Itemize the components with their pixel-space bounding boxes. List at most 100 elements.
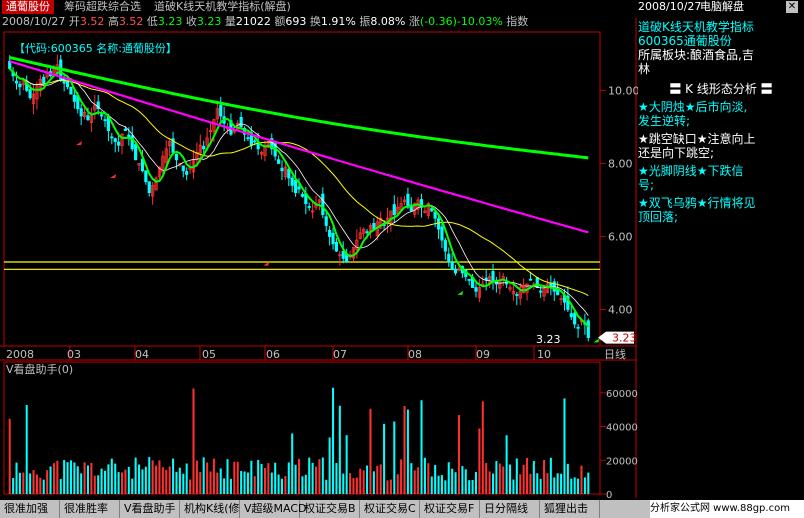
candle-body [280,167,284,172]
pattern-item: ★大阴烛★后市向淡, [638,100,748,114]
candle-body [443,240,447,252]
tab-indicator-7[interactable]: 权证交易F [420,500,480,518]
section-title-text: K 线形态分析 [685,82,757,96]
volume-bars: V看盘助手(0) [6,362,590,494]
candle-body [185,171,189,175]
equals-icon: 〓 [669,82,682,96]
side-sector-line2: 林 [638,62,651,76]
tab-indicator-2[interactable]: V看盘助手 [120,500,180,518]
candle-body [491,271,495,281]
candle-body [528,278,533,281]
tab-indicator-8[interactable]: 日分隔线 [480,500,540,518]
volume-tick-label: 40000 [606,423,638,434]
tab-indicator-5[interactable]: 权证交易B [300,500,360,518]
signal-arrow-icon [76,141,83,146]
candle-body [447,253,451,263]
tab-indicator-4[interactable]: V超级MACD [240,500,307,518]
tab-indicator-1[interactable]: 很准胜率 [60,500,120,518]
candle-body [576,326,580,329]
candle-body [341,251,345,259]
candle-body [239,117,243,128]
candle-body [440,226,444,241]
pattern-item-cont: 顶回落; [638,210,679,224]
candle-body [69,87,73,95]
month-tick-label: 03 [67,348,81,361]
candle-body [246,137,250,140]
ma5-line [8,67,590,328]
candle-body [123,128,128,131]
candle-body [535,277,539,288]
ma120-line [9,56,589,160]
candle-body [100,114,104,117]
candle-body [14,80,19,84]
candle-body [110,136,114,139]
price-tick-label: 8.00 [608,157,633,170]
candle-body [134,144,138,161]
chart-legend: 【代码:600365 名称:通葡股份】 [14,41,177,55]
candle-body [103,119,107,122]
candle-body [174,153,179,161]
tab-indicator-6[interactable]: 权证交易C [360,500,420,518]
candle-body [297,186,301,190]
month-tick-label: 06 [266,348,280,361]
candle-body [294,180,298,194]
month-tick-label: 2008 [6,348,34,361]
website-footer[interactable]: 分析家公式网 www.88gp.com [650,500,804,518]
candle-body [392,204,396,215]
equals-icon: 〓 [760,82,773,96]
candle-body [253,140,257,143]
month-tick-label: 04 [135,348,149,361]
tab-indicator-3[interactable]: 机构K线(修 [180,500,240,518]
pattern-item-cont: 还是向下跳空; [638,146,715,160]
candle-body [573,312,577,325]
price-tick-label: 10.00 [608,84,640,97]
candle-body [328,229,332,237]
candle-body [586,320,590,339]
signal-arrow-icon [593,338,600,343]
candle-body [79,108,83,117]
tab-indicator-0[interactable]: 很准加强 [0,500,60,518]
candlestick-series [8,54,590,342]
candle-body [147,181,151,194]
candle-body [300,193,304,197]
price-axis: 10.00 8.00 6.00 4.00 3.23 [598,84,640,345]
candle-body [436,218,441,230]
candle-body [219,105,223,117]
month-tick-label: 08 [408,348,422,361]
candle-body [290,177,294,186]
candle-body [86,115,90,121]
month-tick-label: 07 [333,348,347,361]
low-price-label: 3.23 [536,333,561,346]
candle-body [453,268,458,274]
candle-body [117,141,121,146]
candle-body [65,80,70,88]
pattern-item: ★跳空缺口★注意向上 [638,132,756,146]
candle-body [130,135,134,150]
month-tick-label: 09 [476,348,490,361]
candle-body [72,94,76,102]
pattern-item-cont: 发生逆转; [638,114,691,128]
candle-body [324,216,328,226]
volume-tick-label: 20000 [606,456,638,467]
candle-body [406,193,410,208]
price-tick-label: 6.00 [608,230,633,243]
side-stock-line: 600365通葡股份 [638,34,732,48]
side-panel: 道破K线天机教学指标 600365通葡股份 所属板块:酿酒食品,吉 林 〓 K … [638,18,804,498]
signal-arrow-icon [457,290,464,295]
candle-body [28,89,32,99]
pattern-item-cont: 号; [638,178,655,192]
price-tick-label: 4.00 [608,303,633,316]
month-tick-label: 10 [537,348,551,361]
tab-indicator-9[interactable]: 狐狸出击 [540,500,600,518]
candle-body [474,287,478,292]
time-axis: 2008 03 04 05 06 07 08 09 10 日线 [6,347,626,361]
side-sector-line1: 所属板块:酿酒食品,吉 [638,48,754,62]
candle-body [467,278,471,281]
pattern-item: ★双飞乌鸦★行情将见 [638,196,756,210]
candle-body [321,193,325,215]
candle-body [276,159,281,164]
signal-arrow-icon [110,174,117,179]
side-indicator-name[interactable]: 道破K线天机教学指标 [638,20,804,34]
candle-body [569,313,573,318]
volume-tick-label: 60000 [606,389,638,400]
